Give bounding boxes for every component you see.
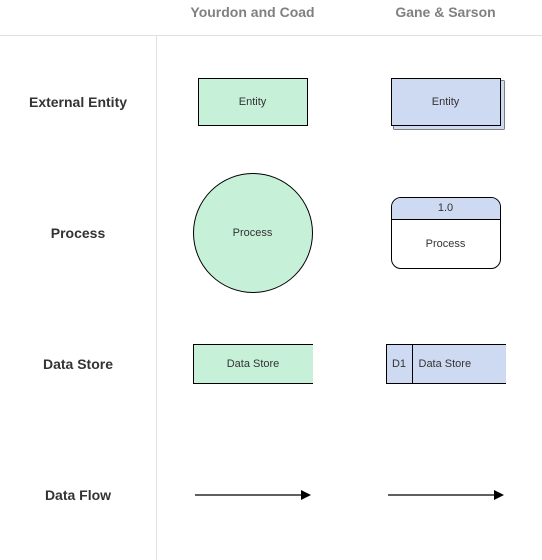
cell-gs-process: 1.0 Process — [349, 197, 542, 269]
gs-arrow-icon — [386, 485, 506, 505]
column-header-gane-sarson: Gane & Sarson — [349, 0, 542, 35]
yc-entity-label: Entity — [239, 96, 267, 108]
cell-yc-datastore: Data Store — [156, 344, 349, 384]
yc-arrow-icon — [193, 485, 313, 505]
row-data-flow: Data Flow — [0, 429, 542, 560]
cell-yc-process: Process — [156, 173, 349, 293]
yc-datastore-label: Data Store — [227, 358, 280, 370]
gs-entity-shape: Entity — [391, 78, 501, 126]
gs-datastore-shape: D1 Data Store — [386, 344, 506, 384]
gs-process-label: Process — [392, 220, 500, 268]
gs-process-shape: 1.0 Process — [391, 197, 501, 269]
row-label-external-entity: External Entity — [0, 94, 156, 110]
cell-gs-datastore: D1 Data Store — [349, 344, 542, 384]
row-external-entity: External Entity Entity Entity — [0, 36, 542, 167]
row-process: Process Process 1.0 Process — [0, 167, 542, 298]
row-label-process: Process — [0, 225, 156, 241]
gs-process-id: 1.0 — [392, 198, 500, 220]
gs-datastore-label: Data Store — [413, 345, 506, 383]
yc-datastore-shape: Data Store — [193, 344, 313, 384]
column-header-yourdon-coad: Yourdon and Coad — [156, 0, 349, 35]
row-data-store: Data Store Data Store D1 Data Store — [0, 298, 542, 429]
gs-datastore-id: D1 — [387, 345, 413, 383]
gs-entity-label: Entity — [432, 96, 460, 108]
cell-yc-entity: Entity — [156, 78, 349, 126]
yc-entity-shape: Entity — [198, 78, 308, 126]
header-row: Yourdon and Coad Gane & Sarson — [0, 0, 542, 36]
header-corner — [0, 0, 156, 35]
yc-process-label: Process — [233, 227, 273, 239]
cell-yc-dataflow — [156, 485, 349, 505]
vertical-divider — [156, 36, 157, 560]
cell-gs-entity: Entity — [349, 78, 542, 126]
row-label-data-flow: Data Flow — [0, 487, 156, 503]
yc-process-shape: Process — [193, 173, 313, 293]
cell-gs-dataflow — [349, 485, 542, 505]
row-label-data-store: Data Store — [0, 356, 156, 372]
